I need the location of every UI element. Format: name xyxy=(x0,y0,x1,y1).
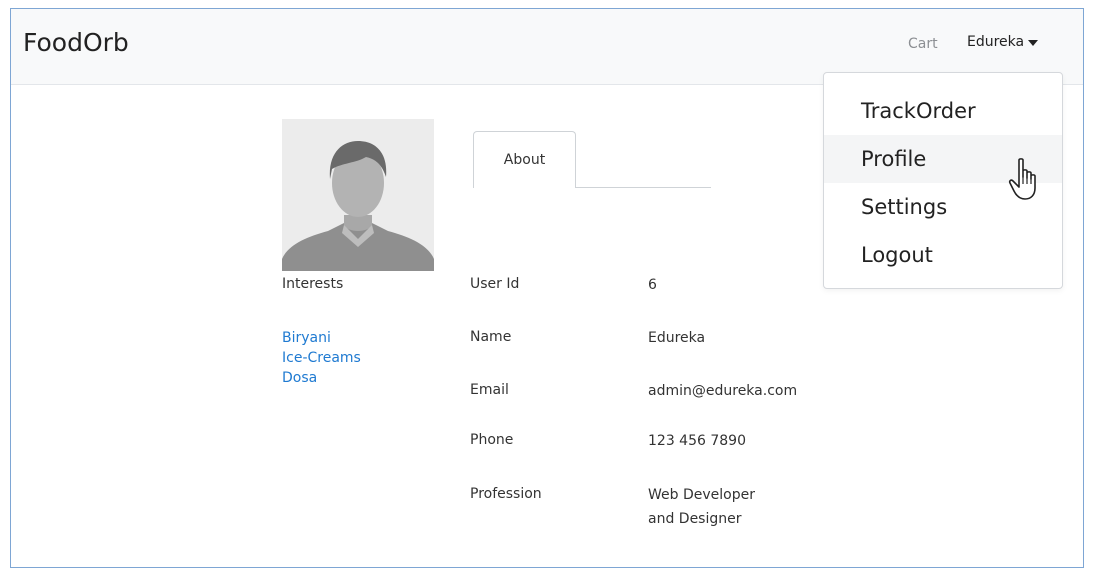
interest-link-dosa[interactable]: Dosa xyxy=(282,368,361,388)
field-label-profession: Profession xyxy=(470,486,542,502)
profile-avatar-image xyxy=(282,119,434,271)
interests-heading: Interests xyxy=(282,276,344,292)
menu-item-trackorder[interactable]: TrackOrder xyxy=(824,87,1062,135)
interest-link-biryani[interactable]: Biryani xyxy=(282,328,361,348)
app-window: FoodOrb Cart Edureka TrackOrder Profile … xyxy=(10,8,1084,568)
field-label-email: Email xyxy=(470,382,509,398)
field-value-email: admin@edureka.com xyxy=(648,383,798,399)
interests-list: Biryani Ice-Creams Dosa xyxy=(282,328,361,388)
hand-pointer-icon xyxy=(1008,158,1036,200)
user-menu-label: Edureka xyxy=(967,34,1025,50)
user-menu-toggle[interactable]: Edureka xyxy=(967,34,1039,50)
profession-line: Web Developer xyxy=(648,487,755,503)
menu-item-logout[interactable]: Logout xyxy=(824,231,1062,279)
caret-down-icon xyxy=(1028,39,1039,46)
tab-about[interactable]: About xyxy=(473,131,576,188)
field-value-name: Edureka xyxy=(648,330,706,346)
field-label-user-id: User Id xyxy=(470,276,520,292)
field-value-phone: 123 456 7890 xyxy=(648,433,746,449)
cart-link[interactable]: Cart xyxy=(908,36,938,52)
profession-line: and Designer xyxy=(648,511,742,527)
field-value-user-id: 6 xyxy=(648,277,657,293)
field-label-phone: Phone xyxy=(470,432,514,448)
field-label-name: Name xyxy=(470,329,512,345)
interest-link-ice-creams[interactable]: Ice-Creams xyxy=(282,348,361,368)
tab-divider xyxy=(576,187,711,188)
field-value-profession: Web Developer and Designer xyxy=(648,483,755,531)
brand-logo[interactable]: FoodOrb xyxy=(23,28,129,57)
